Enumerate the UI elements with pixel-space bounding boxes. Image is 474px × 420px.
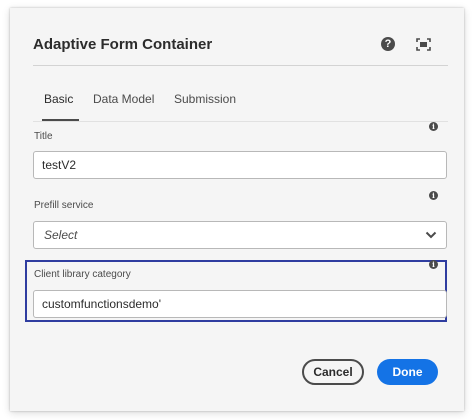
- prefill-service-value: Select: [44, 228, 78, 242]
- prefill-service-select[interactable]: Select: [33, 221, 447, 249]
- prefill-service-label: Prefill service: [34, 200, 94, 211]
- prefill-info-icon[interactable]: i: [429, 191, 438, 200]
- chevron-down-icon: [425, 231, 437, 239]
- cancel-button[interactable]: Cancel: [302, 359, 364, 385]
- title-input[interactable]: testV2: [33, 151, 447, 179]
- done-button[interactable]: Done: [377, 359, 438, 385]
- help-icon[interactable]: ?: [381, 37, 395, 51]
- dialog-title: Adaptive Form Container: [33, 36, 213, 53]
- tab-data-model[interactable]: Data Model: [93, 92, 154, 106]
- client-library-label: Client library category: [34, 269, 131, 280]
- header-divider: [33, 65, 448, 66]
- tab-basic[interactable]: Basic: [44, 92, 73, 106]
- tab-divider: [33, 121, 448, 122]
- fullscreen-icon[interactable]: [416, 38, 431, 51]
- tab-submission[interactable]: Submission: [174, 92, 236, 106]
- adaptive-form-container-dialog: Adaptive Form Container ? Basic Data Mod…: [10, 8, 464, 411]
- title-field-label: Title: [34, 131, 53, 142]
- client-library-info-icon[interactable]: i: [429, 260, 438, 269]
- title-info-icon[interactable]: i: [429, 122, 438, 131]
- tab-list: Basic Data Model Submission: [33, 92, 448, 122]
- client-library-input[interactable]: customfunctionsdemo': [33, 290, 447, 318]
